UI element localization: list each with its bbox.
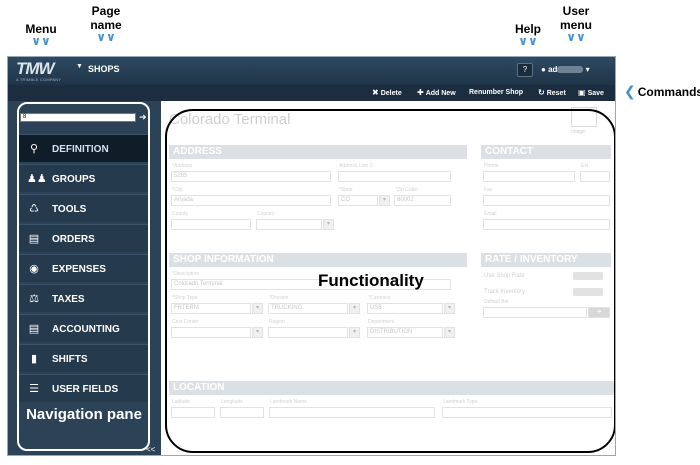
callout-user-menu: User menu ∨∨ [558,4,594,44]
command-bar: ✖ Delete ✚ Add New Renumber Shop ↻ Reset ▣ S… [8,85,615,101]
navigation-pane: 8 ➜ ⚲ DEFINITION ♟♟ GROUPS ♺ TOOLS ▤ ORD… [8,101,161,455]
app-logo[interactable]: TMW A TRIMBLE COMPANY [16,60,68,82]
chevron-left-icon: ❮ [624,83,636,99]
callout-page-name-text: Page name [90,4,122,32]
reset-button[interactable]: ↻ Reset [538,87,566,99]
add-new-label: Add New [425,90,456,97]
chevron-down-icon: ∨∨ [566,30,586,44]
add-new-button[interactable]: ✚ Add New [417,87,456,99]
callout-help: Help ∨∨ [508,22,548,48]
callout-page-name: Page name ∨∨ [82,4,130,44]
plus-icon: ✚ [417,88,424,97]
collapse-nav-button[interactable]: << [146,445,155,454]
navigation-pane-outline [17,102,150,451]
chevron-down-icon: ∨∨ [96,30,116,44]
app-window: TMW A TRIMBLE COMPANY ▼ SHOPS ? ● ad ▾ ✖… [7,56,616,456]
renumber-label: Renumber Shop [469,89,524,96]
user-menu[interactable]: ● ad ▾ [541,65,590,74]
callout-user-menu-text: User menu [559,4,592,32]
navigation-pane-callout: Navigation pane [26,406,142,423]
user-icon: ● [541,65,546,74]
logo-subtext: A TRIMBLE COMPANY [16,77,62,82]
chevron-down-icon: ∨∨ [31,34,51,48]
renumber-shop-button[interactable]: Renumber Shop [469,87,523,99]
callout-commands-text: Commands [637,85,700,99]
page-title: SHOPS [88,64,120,74]
save-button[interactable]: ▣ Save [578,87,604,99]
callout-commands: ❮ Commands [624,84,700,99]
save-icon: ▣ [578,88,586,97]
save-label: Save [587,90,604,97]
chevron-down-icon: ▾ [585,65,590,74]
user-name-redacted [557,66,584,74]
functionality-callout: Functionality [318,271,424,290]
reset-label: Reset [546,90,566,97]
close-icon: ✖ [372,88,379,97]
reset-icon: ↻ [538,88,545,97]
delete-label: Delete [380,90,402,97]
callout-menu: Menu ∨∨ [16,22,66,48]
top-bar: TMW A TRIMBLE COMPANY ▼ SHOPS ? ● ad ▾ [8,57,615,85]
logo-text: TMW [16,59,55,78]
help-button[interactable]: ? [517,63,533,77]
user-name: ad [548,65,558,74]
chevron-down-icon: ∨∨ [518,34,538,48]
delete-button[interactable]: ✖ Delete [372,87,402,99]
menu-caret-icon[interactable]: ▼ [76,63,83,70]
